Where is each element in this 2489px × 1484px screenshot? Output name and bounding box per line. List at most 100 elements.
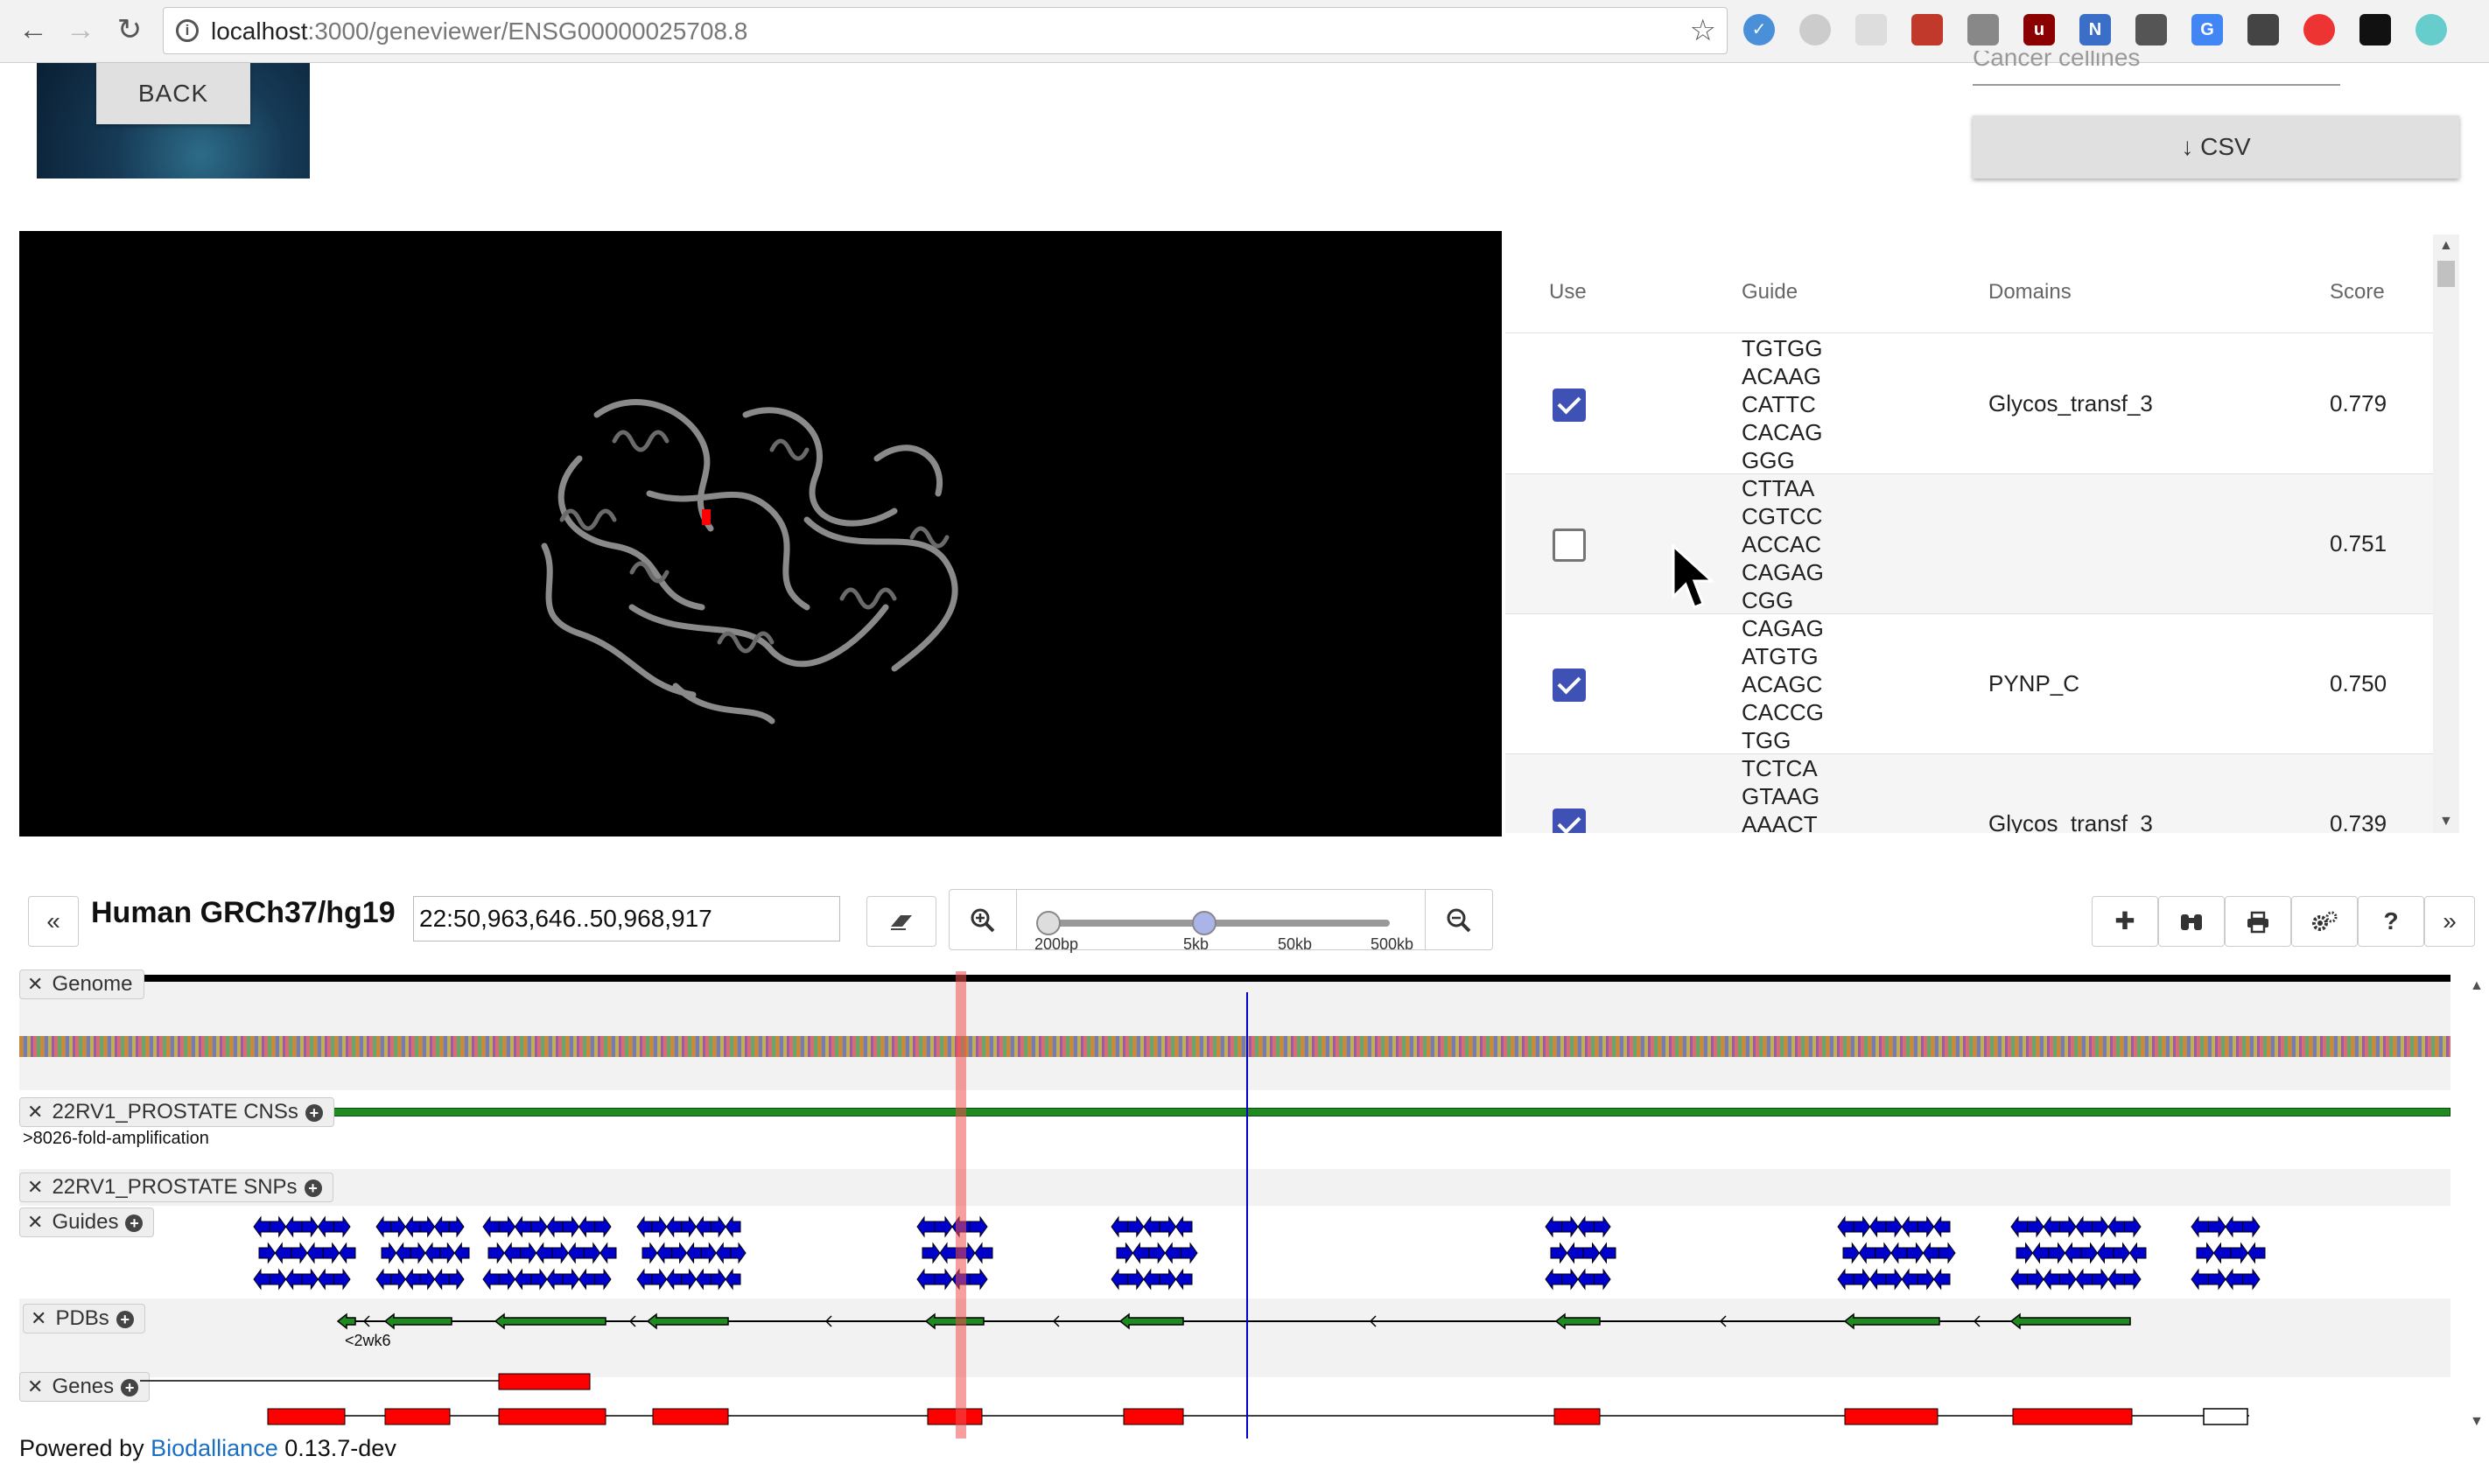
scroll-up-icon[interactable]: ▲ [2470, 978, 2484, 994]
guide-feature[interactable] [306, 1242, 324, 1264]
guide-feature[interactable] [636, 1215, 653, 1238]
site-info-icon[interactable]: i [176, 19, 199, 42]
guide-feature[interactable] [2043, 1268, 2060, 1291]
exon-feature[interactable] [1123, 1408, 1184, 1425]
close-track-icon[interactable]: ✕ [27, 1101, 43, 1123]
guide-feature[interactable] [2092, 1215, 2109, 1238]
exon-feature[interactable] [384, 1408, 451, 1425]
guide-feature[interactable] [666, 1215, 683, 1238]
exon-feature[interactable] [1844, 1408, 1939, 1425]
zoom-slider[interactable]: 200bp 5kb 50kb 500kb [1017, 889, 1425, 953]
table-row[interactable]: TGTGG ACAAG CATTC CACAG GGG Glycos_transf_3 … [1505, 334, 2442, 474]
guide-feature[interactable] [434, 1268, 450, 1291]
guide-feature[interactable] [1933, 1268, 1951, 1291]
guide-feature[interactable] [1922, 1242, 1940, 1264]
guide-feature[interactable] [916, 1268, 936, 1291]
zoom-in-button[interactable] [949, 889, 1017, 950]
guide-feature[interactable] [381, 1242, 397, 1264]
guide-feature[interactable] [1577, 1215, 1595, 1238]
guide-feature[interactable] [317, 1215, 335, 1238]
guide-feature[interactable] [333, 1268, 351, 1291]
guide-feature[interactable] [1837, 1215, 1854, 1238]
reload-icon[interactable]: ↻ [112, 12, 147, 47]
guide-feature[interactable] [498, 1268, 516, 1291]
scroll-down-icon[interactable]: ▼ [2470, 1414, 2484, 1430]
scroll-up-icon[interactable]: ▲ [2439, 238, 2453, 254]
guide-feature[interactable] [922, 1242, 941, 1264]
guide-feature[interactable] [434, 1215, 450, 1238]
scroll-down-icon[interactable]: ▼ [2439, 814, 2453, 830]
guide-feature[interactable] [671, 1242, 688, 1264]
pdb-feature[interactable] [2009, 1312, 2131, 1330]
guide-feature[interactable] [599, 1242, 617, 1264]
guide-feature[interactable] [1545, 1268, 1562, 1291]
extension-icon[interactable] [2359, 14, 2391, 46]
extension-icon[interactable] [2415, 14, 2447, 46]
column-header-domains[interactable]: Domains [1988, 280, 2072, 304]
exon-feature[interactable] [1553, 1408, 1601, 1425]
guide-feature[interactable] [1901, 1215, 1918, 1238]
extension-icon[interactable] [1911, 14, 1943, 46]
guide-feature[interactable] [1148, 1242, 1166, 1264]
zoom-knob[interactable] [1192, 911, 1216, 935]
extension-icon[interactable] [2135, 14, 2167, 46]
settings-button[interactable] [2291, 896, 2358, 947]
pdb-feature[interactable] [1843, 1312, 1940, 1330]
use-checkbox[interactable] [1553, 668, 1586, 702]
guide-feature[interactable] [1837, 1268, 1854, 1291]
guide-feature[interactable] [2059, 1215, 2077, 1238]
guide-feature[interactable] [253, 1215, 270, 1238]
guide-feature[interactable] [536, 1242, 553, 1264]
pdb-feature[interactable] [924, 1312, 985, 1330]
guide-feature[interactable] [2212, 1242, 2232, 1264]
guide-feature[interactable] [439, 1242, 455, 1264]
guide-feature[interactable] [1111, 1268, 1128, 1291]
guide-feature[interactable] [2107, 1268, 2125, 1291]
guide-feature[interactable] [1174, 1268, 1193, 1291]
address-bar[interactable]: i localhost:3000/geneviewer/ENSG00000025… [163, 7, 1728, 54]
guide-feature[interactable] [1917, 1268, 1935, 1291]
guide-feature[interactable] [2124, 1215, 2142, 1238]
use-checkbox[interactable] [1553, 528, 1586, 562]
pdb-feature[interactable] [336, 1312, 356, 1330]
guide-feature[interactable] [1561, 1215, 1579, 1238]
guide-feature[interactable] [934, 1268, 953, 1291]
guide-feature[interactable] [2075, 1215, 2093, 1238]
guide-feature[interactable] [1842, 1242, 1860, 1264]
guide-feature[interactable] [1132, 1242, 1150, 1264]
guide-feature[interactable] [710, 1268, 726, 1291]
track-label-genome[interactable]: ✕ Genome [19, 970, 144, 999]
expand-track-icon[interactable]: + [304, 1180, 322, 1197]
guide-feature[interactable] [2031, 1242, 2050, 1264]
protein-structure-viewer[interactable] [19, 231, 1502, 836]
guide-feature[interactable] [1566, 1242, 1584, 1264]
guide-feature[interactable] [1143, 1215, 1160, 1238]
ublock-icon[interactable]: u [2023, 14, 2055, 46]
forward-arrow-icon[interactable]: → [63, 12, 98, 47]
table-row[interactable]: CAGAG ATGTG ACAGC CACCG TGG PYNP_C 0.750 [1505, 614, 2442, 754]
guide-feature[interactable] [546, 1215, 564, 1238]
guide-feature[interactable] [2208, 1215, 2226, 1238]
print-button[interactable] [2225, 896, 2291, 947]
exon-feature[interactable] [2012, 1408, 2133, 1425]
pdb-feature[interactable] [1118, 1312, 1184, 1330]
guide-feature[interactable] [1594, 1268, 1611, 1291]
guide-feature[interactable] [2027, 1215, 2044, 1238]
guide-feature[interactable] [651, 1268, 668, 1291]
guide-feature[interactable] [1143, 1268, 1160, 1291]
guide-feature[interactable] [410, 1242, 426, 1264]
guide-feature[interactable] [2048, 1242, 2066, 1264]
guide-feature[interactable] [2196, 1242, 2215, 1264]
guide-feature[interactable] [562, 1215, 580, 1238]
guide-feature[interactable] [1126, 1215, 1145, 1238]
guide-feature[interactable] [375, 1215, 392, 1238]
guide-feature[interactable] [725, 1268, 741, 1291]
guide-feature[interactable] [1174, 1215, 1193, 1238]
biodalliance-link[interactable]: Biodalliance [151, 1435, 278, 1461]
extension-icon[interactable] [2303, 14, 2335, 46]
guide-feature[interactable] [1901, 1268, 1918, 1291]
guide-feature[interactable] [939, 1242, 958, 1264]
translate-icon[interactable]: G [2191, 14, 2223, 46]
guide-feature[interactable] [1853, 1215, 1871, 1238]
guide-feature[interactable] [681, 1268, 698, 1291]
